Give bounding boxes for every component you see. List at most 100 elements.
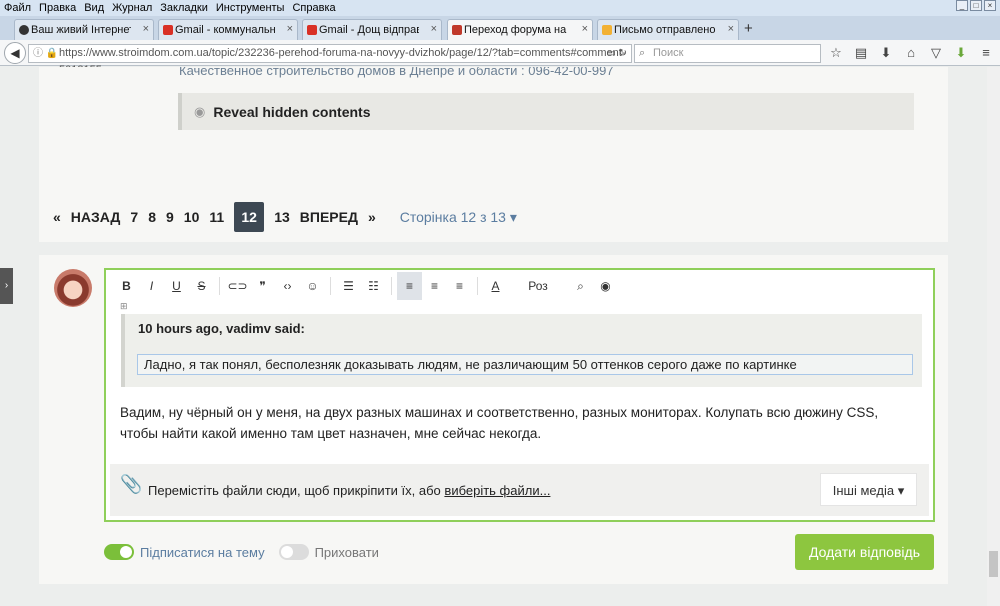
browser-tab-4-active[interactable]: Переход форума на н... ×: [447, 19, 593, 40]
tab-label: Письмо отправлено • ...: [614, 24, 716, 36]
media-button-label: Інші медіа: [832, 483, 895, 498]
reload-icon[interactable]: ▭ ↻: [606, 45, 627, 62]
other-media-button[interactable]: Інші медіа ▾: [820, 473, 917, 506]
choose-files-link[interactable]: виберіть файли...: [444, 483, 550, 498]
close-tab-icon[interactable]: ×: [287, 23, 293, 35]
home-icon[interactable]: ⌂: [903, 45, 919, 61]
tab-label: Gmail - коммунальные ...: [175, 24, 275, 36]
hide-toggle[interactable]: [278, 544, 309, 560]
back-icon[interactable]: ◀: [4, 42, 26, 64]
reveal-label: Reveal hidden contents: [213, 103, 371, 120]
close-tab-icon[interactable]: ×: [143, 23, 149, 35]
tab-label: Ваш живий Інтернет-Б...: [31, 24, 131, 36]
quote-body[interactable]: Ладно, я так понял, бесполезняк доказыва…: [137, 354, 913, 375]
underline-icon[interactable]: U: [164, 272, 189, 300]
strikethrough-icon[interactable]: S: [189, 272, 214, 300]
search-input[interactable]: ⌕ Поиск: [634, 44, 821, 63]
quote-icon[interactable]: ❞: [250, 272, 275, 300]
code-icon[interactable]: ‹›: [275, 272, 300, 300]
close-window-icon[interactable]: ×: [984, 0, 996, 11]
close-tab-icon[interactable]: ×: [728, 23, 734, 35]
divider: [391, 277, 392, 295]
page-link-10[interactable]: 10: [184, 209, 200, 225]
site-favicon-icon: [19, 25, 29, 35]
reply-editor[interactable]: B I U S ⊂⊃ ❞ ‹› ☺ ☰ ☷ ≡ ≡ ≡ A Роз ⌕ ◉ ⊞ …: [104, 268, 935, 522]
menu-help[interactable]: Справка: [292, 2, 335, 14]
prev-page-link[interactable]: НАЗАД: [71, 209, 121, 225]
maximize-icon[interactable]: □: [970, 0, 982, 11]
browser-tab-2[interactable]: Gmail - коммунальные ... ×: [158, 19, 298, 40]
avatar[interactable]: [54, 269, 92, 307]
page-link-9[interactable]: 9: [166, 209, 174, 225]
reply-line-1: Вадим, ну чёрный он у меня, на двух разн…: [120, 405, 879, 420]
gmail-icon: [307, 25, 317, 35]
page-jump-dropdown[interactable]: Сторінка 12 з 13 ▾: [400, 209, 517, 226]
page-link-13[interactable]: 13: [274, 209, 290, 225]
mail-favicon-icon: [602, 25, 612, 35]
preview-doc-icon[interactable]: ⌕: [568, 272, 593, 300]
toggle-knob: [280, 546, 293, 558]
link-icon[interactable]: ⊂⊃: [225, 272, 250, 300]
signature-text: Качественное строительство домов в Днепр…: [179, 67, 614, 78]
menu-tools[interactable]: Инструменты: [216, 2, 285, 14]
follow-topic-toggle[interactable]: [104, 544, 134, 560]
menu-bookmarks[interactable]: Закладки: [160, 2, 208, 14]
text-color-icon[interactable]: A: [483, 272, 508, 300]
page-link-11[interactable]: 11: [209, 209, 224, 225]
align-left-icon[interactable]: ≡: [397, 272, 422, 300]
url-bar[interactable]: ⓘ 🔒 https://www.stroimdom.com.ua/topic/2…: [28, 44, 632, 76]
next-page-link[interactable]: ВПЕРЕД: [300, 209, 358, 225]
attach-text: Перемістіть файли сюди, щоб прикріпити ї…: [148, 483, 550, 498]
prev-arrow-icon[interactable]: «: [53, 209, 61, 225]
preview-eye-icon[interactable]: ◉: [593, 272, 618, 300]
close-tab-icon[interactable]: ×: [431, 23, 437, 35]
side-expand-icon[interactable]: ›: [0, 268, 13, 304]
page-link-8[interactable]: 8: [148, 209, 156, 225]
browser-tab-1[interactable]: Ваш живий Інтернет-Б... ×: [14, 19, 154, 40]
scrollbar[interactable]: [987, 67, 1000, 606]
page-link-7[interactable]: 7: [130, 209, 138, 225]
bookmark-star-icon[interactable]: ☆: [828, 45, 844, 61]
new-tab-icon[interactable]: +: [744, 20, 753, 37]
reply-line-2: чтобы найти какой именно там цвет назнач…: [120, 426, 542, 441]
align-right-icon[interactable]: ≡: [447, 272, 472, 300]
menu-file[interactable]: Файл: [4, 2, 31, 14]
italic-icon[interactable]: I: [139, 272, 164, 300]
next-arrow-icon[interactable]: »: [368, 209, 376, 225]
follow-topic-label[interactable]: Підписатися на тему: [140, 545, 265, 560]
font-size-select[interactable]: Роз: [508, 272, 568, 300]
menu-history[interactable]: Журнал: [112, 2, 152, 14]
reading-list-icon[interactable]: ▤: [853, 45, 869, 61]
reveal-hidden-contents[interactable]: ◉ Reveal hidden contents: [178, 93, 914, 130]
submit-reply-button[interactable]: Додати відповідь: [795, 534, 934, 570]
hide-label[interactable]: Приховати: [315, 545, 379, 560]
page-content: Качественное строительство домов в Днепр…: [0, 67, 1000, 606]
drag-handle-icon[interactable]: ⊞: [120, 301, 128, 312]
attachment-dropzone[interactable]: 📎 Перемістіть файли сюди, щоб прикріпити…: [110, 464, 929, 516]
eye-icon: ◉: [194, 103, 206, 119]
browser-tab-3[interactable]: Gmail - Дощ відправив ... ×: [302, 19, 442, 40]
editor-toolbar: B I U S ⊂⊃ ❞ ‹› ☺ ☰ ☷ ≡ ≡ ≡ A Роз ⌕ ◉: [106, 270, 933, 302]
pocket-icon[interactable]: ▽: [928, 45, 944, 61]
toggle-knob: [120, 546, 132, 558]
menu-hamburger-icon[interactable]: ≡: [978, 45, 994, 61]
scrollbar-thumb[interactable]: [989, 551, 998, 577]
menu-edit[interactable]: Правка: [39, 2, 76, 14]
pagination: « НАЗАД 7 8 9 10 11 12 13 ВПЕРЕД » Сторі…: [39, 192, 948, 242]
numbered-list-icon[interactable]: ☷: [361, 272, 386, 300]
downloads-icon[interactable]: ⬇: [878, 45, 894, 61]
minimize-icon[interactable]: _: [956, 0, 968, 11]
bold-icon[interactable]: B: [114, 272, 139, 300]
close-tab-icon[interactable]: ×: [582, 23, 588, 35]
reply-text-area[interactable]: Вадим, ну чёрный он у меня, на двух разн…: [120, 402, 920, 444]
navigation-bar: ◀ ⓘ 🔒 https://www.stroimdom.com.ua/topic…: [0, 40, 1000, 76]
page-of-label: Сторінка 12 з 13: [399, 208, 506, 225]
menu-view[interactable]: Вид: [84, 2, 104, 14]
browser-tab-5[interactable]: Письмо отправлено • ... ×: [597, 19, 739, 40]
emoji-icon[interactable]: ☺: [300, 272, 325, 300]
bullet-list-icon[interactable]: ☰: [336, 272, 361, 300]
menu-bar: Файл Правка Вид Журнал Закладки Инструме…: [0, 0, 1000, 16]
align-center-icon[interactable]: ≡: [422, 272, 447, 300]
extension-icon[interactable]: ⬇: [953, 45, 969, 61]
page-link-current[interactable]: 12: [234, 202, 265, 232]
